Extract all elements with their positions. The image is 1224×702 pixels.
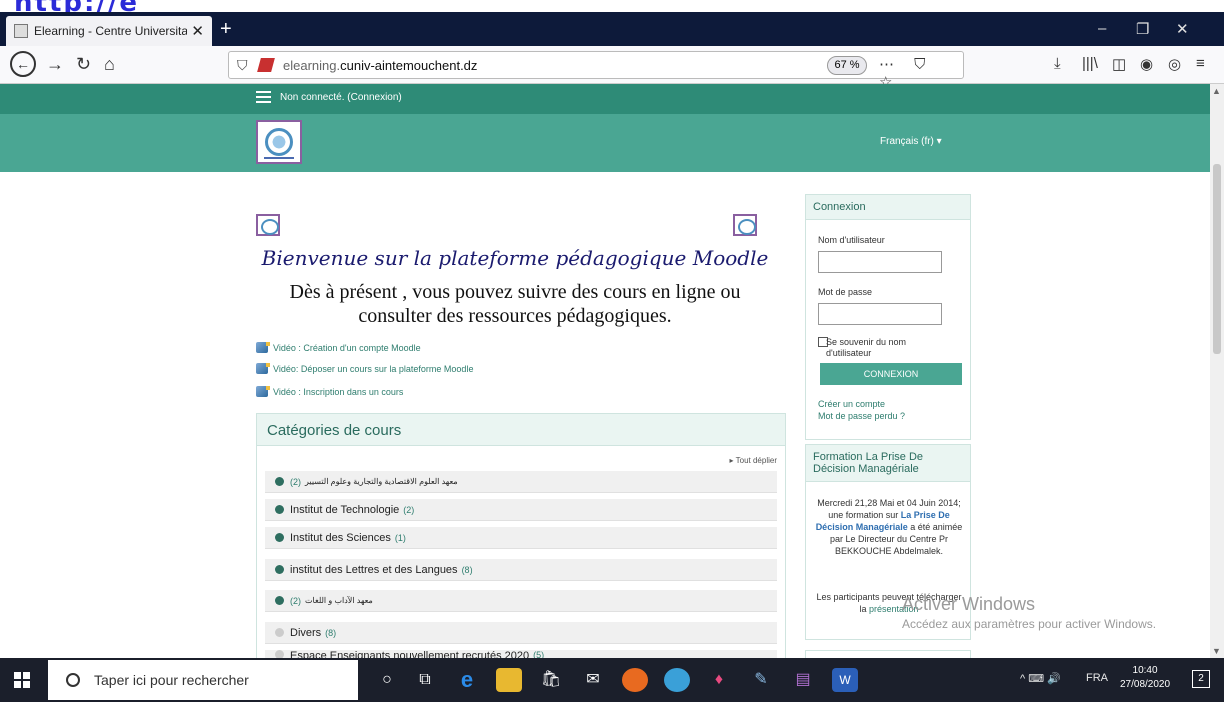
logo-image-left	[256, 214, 280, 236]
video-link[interactable]: Vidéo : Inscription dans un cours	[256, 386, 403, 397]
login-block: Connexion Nom d'utilisateur Mot de passe…	[805, 194, 971, 440]
minimize-icon[interactable]: –	[1098, 20, 1106, 37]
category-row[interactable]: (2) معهد العلوم الاقتصادية والتجارية وعلو…	[265, 471, 777, 493]
browser-tab-bar: Elearning - Centre Universitaire ✕ + – ❐…	[0, 12, 1224, 46]
cortana-icon[interactable]: ○	[374, 668, 400, 692]
site-navbar: Non connecté. (Connexion)	[0, 84, 1210, 114]
back-icon[interactable]: ←	[10, 51, 36, 77]
category-row[interactable]: Institut de Technologie (2)	[265, 499, 777, 521]
library-icon[interactable]: |||\	[1082, 55, 1098, 72]
site-logo[interactable]	[256, 120, 302, 164]
windows-start-icon[interactable]	[14, 672, 30, 688]
edge-icon[interactable]: e	[454, 668, 480, 692]
sidebar-icon[interactable]: ◫	[1112, 55, 1126, 73]
page-scrollbar[interactable]: ▲ ▼	[1210, 84, 1224, 658]
favicon-icon	[14, 24, 28, 38]
home-icon[interactable]: ⌂	[104, 54, 115, 75]
file-explorer-icon[interactable]	[496, 668, 522, 692]
new-tab-button[interactable]: +	[220, 18, 232, 41]
remember-label: Se souvenir du nom d'utilisateur	[826, 337, 907, 358]
username-label: Nom d'utilisateur	[818, 235, 885, 245]
shield-icon: ⛉	[237, 57, 248, 73]
tray-icons[interactable]: ^ ⌨ 🔊	[1020, 672, 1061, 685]
expand-icon	[275, 477, 284, 486]
category-row[interactable]: Divers (8)	[265, 622, 777, 644]
browser-toolbar: ← → ↻ ⌂ ⛉ elearning.cuniv-aintemouchent.…	[0, 46, 1224, 91]
store-icon[interactable]: 🛍	[538, 668, 564, 692]
welcome-subtitle: Dès à présent , vous pouvez suivre des c…	[289, 281, 741, 327]
expand-icon	[275, 565, 284, 574]
notification-icon[interactable]: 2	[1192, 670, 1210, 688]
media-icon[interactable]: ▤	[790, 668, 816, 692]
forgot-password-link[interactable]: Mot de passe perdu ?	[818, 411, 905, 421]
windows-taskbar: Taper ici pour rechercher ○ ⧉ e 🛍 ✉ ♦ ✎ …	[0, 658, 1224, 702]
expand-icon	[275, 533, 284, 542]
video-link[interactable]: Vidéo: Déposer un cours sur la plateform…	[256, 363, 473, 374]
category-icon	[275, 628, 284, 637]
language-selector[interactable]: Français (fr) ▾	[880, 136, 942, 147]
course-categories: Catégories de cours ▸ Tout déplier (2) مع…	[256, 413, 786, 663]
top-strip: http://e	[0, 0, 1224, 18]
url-text: elearning.cuniv-aintemouchent.dz	[283, 58, 478, 73]
app-icon-blue[interactable]	[664, 668, 690, 692]
login-button[interactable]: CONNEXION	[820, 363, 962, 385]
video-icon	[256, 342, 270, 353]
scroll-up-icon[interactable]: ▲	[1212, 86, 1221, 96]
formation-text: Mercredi 21,28 Mai et 04 Juin 2014; une …	[815, 498, 963, 556]
menu-icon[interactable]: ≡	[1196, 55, 1205, 72]
account-icon[interactable]: ◉	[1140, 55, 1153, 73]
scroll-down-icon[interactable]: ▼	[1212, 646, 1221, 656]
login-block-title: Connexion	[806, 195, 970, 220]
taskbar-search[interactable]: Taper ici pour rechercher	[48, 660, 358, 700]
maps-icon[interactable]: ♦	[706, 668, 732, 692]
tab-title: Elearning - Centre Universitaire	[34, 24, 188, 38]
formation-block-title: Formation La Prise De Décision Managéria…	[806, 445, 970, 482]
category-row[interactable]: Institut des Sciences (1)	[265, 527, 777, 549]
paint-icon[interactable]: ✎	[748, 668, 774, 692]
system-clock[interactable]: 10:40 27/08/2020	[1120, 664, 1170, 692]
activation-watermark: Activer Windows Accédez aux paramètres p…	[902, 594, 1156, 631]
category-row[interactable]: (2) معهد الآداب و اللغات	[265, 590, 777, 612]
categories-title: Catégories de cours	[257, 414, 785, 446]
video-link[interactable]: Vidéo : Création d'un compte Moodle	[256, 342, 421, 353]
hamburger-icon[interactable]	[256, 91, 271, 103]
search-icon	[66, 673, 80, 687]
expand-icon	[275, 596, 284, 605]
main-content: Bienvenue sur la plateforme pédagogique …	[0, 172, 1210, 663]
close-tab-icon[interactable]: ✕	[191, 22, 204, 40]
extension-icon[interactable]: ◎	[1168, 55, 1181, 73]
mail-icon[interactable]: ✉	[580, 668, 606, 692]
reload-icon[interactable]: ↻	[76, 54, 91, 75]
password-input[interactable]	[818, 303, 942, 325]
expand-all-link[interactable]: ▸ Tout déplier	[730, 456, 777, 465]
logo-image-right	[733, 214, 757, 236]
create-account-link[interactable]: Créer un compte	[818, 399, 885, 409]
watermark-title: Activer Windows	[902, 594, 1036, 614]
forward-icon[interactable]: →	[46, 54, 64, 75]
address-bar[interactable]: ⛉ elearning.cuniv-aintemouchent.dz 67 % …	[228, 51, 964, 91]
category-row[interactable]: institut des Lettres et des Langues (8)	[265, 559, 777, 581]
browser-tab[interactable]: Elearning - Centre Universitaire ✕	[6, 16, 212, 46]
firefox-icon[interactable]	[622, 668, 648, 692]
scroll-thumb[interactable]	[1213, 164, 1221, 354]
task-view-icon[interactable]: ⧉	[412, 668, 438, 692]
site-security-icon[interactable]	[257, 58, 275, 72]
close-window-icon[interactable]: ✕	[1176, 20, 1189, 38]
zoom-level[interactable]: 67 %	[827, 56, 867, 75]
language-indicator[interactable]: FRA	[1086, 672, 1108, 684]
username-input[interactable]	[818, 251, 942, 273]
word-icon[interactable]: W	[832, 668, 858, 692]
video-icon	[256, 386, 270, 397]
watermark-subtitle: Accédez aux paramètres pour activer Wind…	[902, 617, 1157, 631]
video-icon	[256, 363, 270, 374]
site-header: Français (fr) ▾	[0, 114, 1210, 172]
password-label: Mot de passe	[818, 287, 873, 297]
login-status[interactable]: Non connecté. (Connexion)	[280, 92, 402, 103]
welcome-title: Bienvenue sur la plateforme pédagogique …	[261, 246, 769, 270]
restore-icon[interactable]: ❐	[1136, 20, 1149, 38]
expand-icon	[275, 505, 284, 514]
download-icon[interactable]: ⤓	[1054, 55, 1061, 72]
